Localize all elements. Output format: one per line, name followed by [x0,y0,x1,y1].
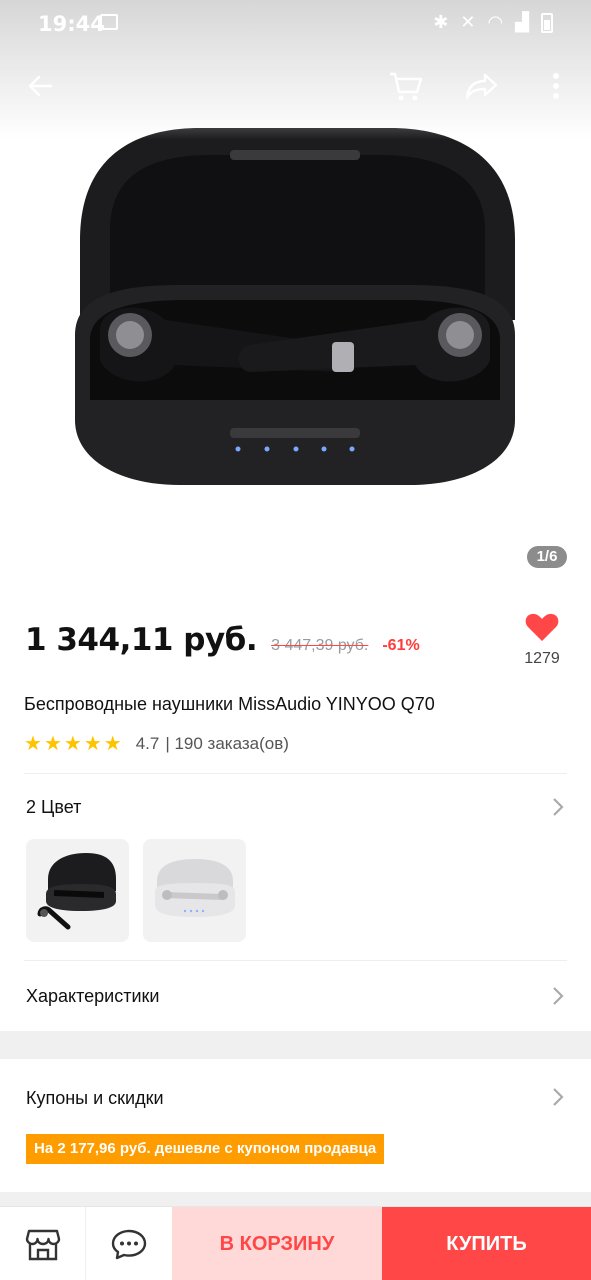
seller-coupon-banner[interactable]: На 2 177,96 руб. дешевле с купоном прода… [26,1134,385,1164]
chevron-right-icon[interactable] [552,797,568,817]
chevron-right-icon[interactable] [552,1087,568,1107]
chevron-right-icon[interactable] [552,986,568,1006]
wishlist-button[interactable]: 1279 [518,610,566,672]
coupons-link[interactable]: Купоны и скидки [26,1088,164,1109]
share-icon[interactable] [462,66,502,106]
star-icon: ★ [83,733,102,755]
mute-icon: ✕ [460,12,476,33]
wishlist-count: 1279 [524,650,560,667]
signal-icon: ▟ [515,12,529,33]
star-icon: ★ [24,733,42,755]
battery-icon [541,13,553,33]
product-image[interactable] [70,120,520,500]
more-options-icon[interactable] [536,66,576,106]
rating-stars: ★ ★ ★ ★ ★ [24,734,122,754]
status-bar: 19:44 ✱ ✕ ◠ ▟ [0,0,591,48]
section-separator [0,1192,591,1206]
discount-badge: -61% [382,637,420,654]
star-icon: ★ [63,733,82,755]
color-option-white[interactable] [143,839,246,942]
section-separator [0,1031,591,1059]
divider [24,960,567,961]
star-icon: ★ [103,733,122,755]
chat-icon[interactable] [86,1207,172,1280]
rating-row[interactable]: ★ ★ ★ ★ ★ 4.7 | 190 заказа(ов) [24,734,289,754]
price-row: 1 344,11 руб. 3 447,39 руб. -61% [25,622,420,658]
gallery-page-indicator: 1/6 [527,546,567,568]
wifi-icon: ◠ [487,12,504,33]
bluetooth-icon: ✱ [433,12,449,33]
cart-icon[interactable] [386,66,426,106]
orders-count: | 190 заказа(ов) [165,734,289,753]
specs-link[interactable]: Характеристики [26,986,159,1007]
buy-now-button[interactable]: КУПИТЬ [382,1207,591,1280]
back-arrow-icon[interactable] [20,66,60,106]
bottom-action-bar: В КОРЗИНУ КУПИТЬ [0,1206,591,1280]
add-to-cart-button[interactable]: В КОРЗИНУ [172,1207,382,1280]
rating-value: 4.7 [135,734,160,753]
color-option-black[interactable] [26,839,129,942]
current-price: 1 344,11 руб. [25,622,258,658]
star-icon: ★ [43,733,62,755]
old-price: 3 447,39 руб. [271,637,369,654]
app-bar [0,60,591,112]
heart-icon [525,613,559,641]
color-section-label[interactable]: 2 Цвет [26,797,81,818]
gallery-notification-icon [100,14,118,30]
divider [24,773,567,774]
status-icons: ✱ ✕ ◠ ▟ [433,12,553,34]
store-icon[interactable] [0,1207,86,1280]
status-time: 19:44 [38,12,105,36]
product-title: Беспроводные наушники MissAudio YINYOO Q… [24,694,435,714]
